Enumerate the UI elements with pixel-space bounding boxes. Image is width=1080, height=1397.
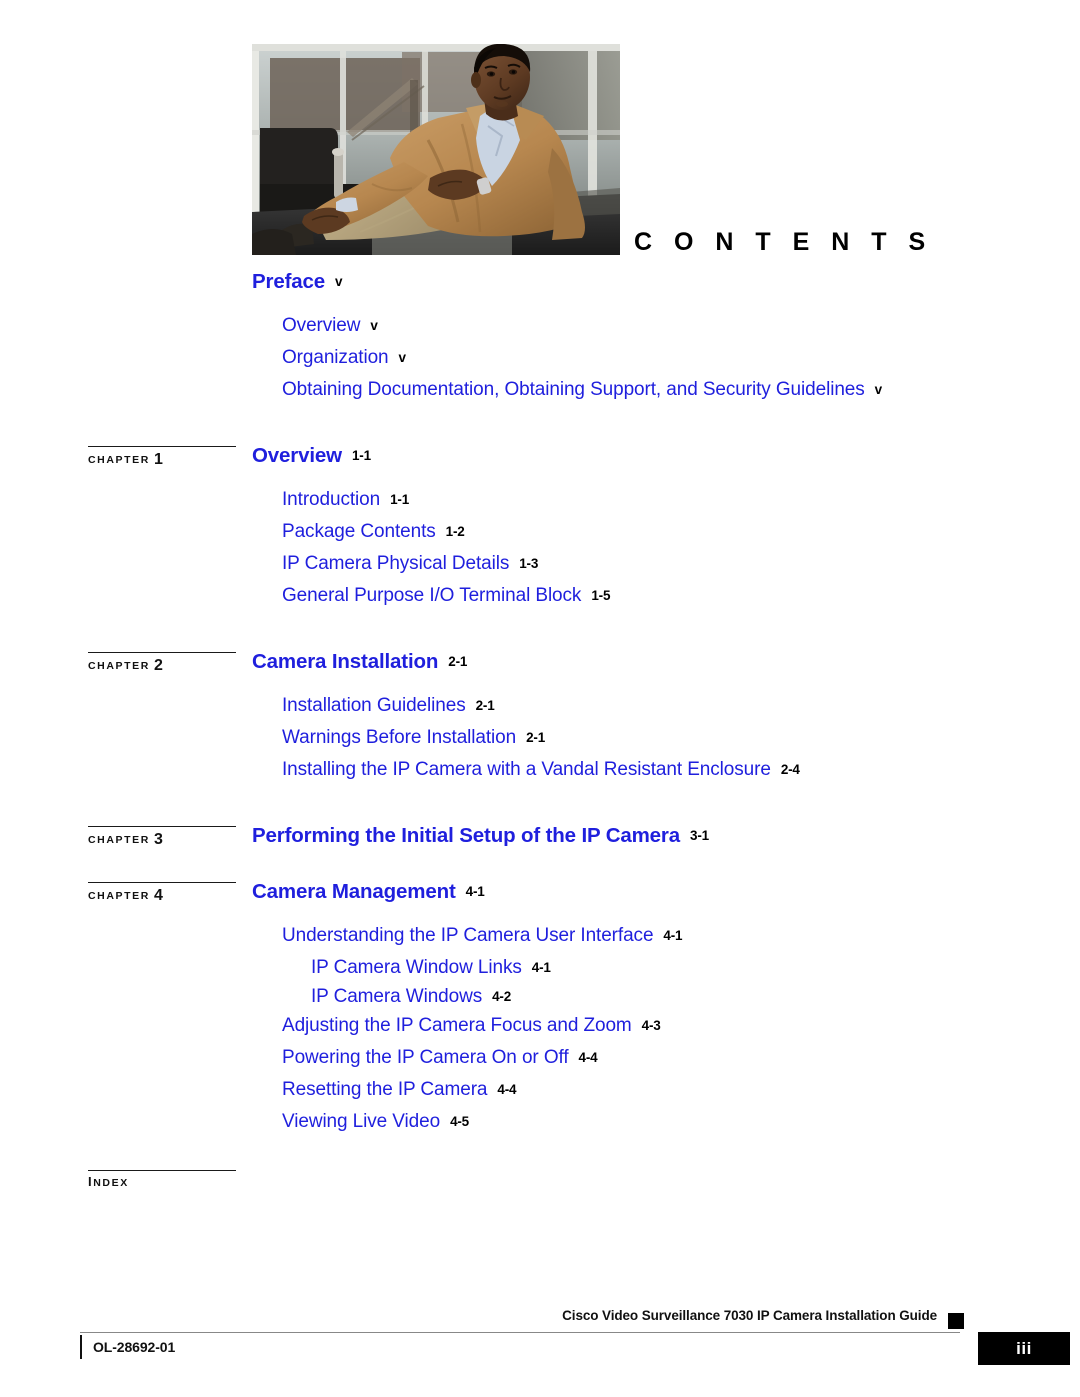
footer-square-marker [948, 1313, 964, 1329]
toc-entry-performing-initial-setup[interactable]: Performing the Initial Setup of the IP C… [0, 824, 1080, 856]
toc-entry-page: 1-5 [591, 588, 611, 603]
toc-entry-page: 3-1 [690, 828, 709, 843]
toc-entry-viewing-live-video[interactable]: Viewing Live Video 4-5 [0, 1112, 1080, 1144]
toc-entry-page: 2-1 [448, 654, 468, 669]
toc-entry-label: Installing the IP Camera with a Vandal R… [282, 759, 771, 780]
toc-entry-understanding-user-interface[interactable]: Understanding the IP Camera User Interfa… [0, 926, 1080, 958]
toc-entry-adjusting-focus-and-zoom[interactable]: Adjusting the IP Camera Focus and Zoom 4-… [0, 1016, 1080, 1048]
toc-group-index: INDEX [0, 1170, 1080, 1204]
toc-group-chapter-3: CHAPTER 3 Performing the Initial Setup of… [0, 824, 1080, 856]
toc-entry-page: 4-4 [578, 1050, 598, 1065]
toc-entry-label: Resetting the IP Camera [282, 1079, 488, 1100]
toc-entry-overview-preface[interactable]: Overview v [0, 316, 1080, 348]
toc-group-chapter-4: CHAPTER 4 Camera Management 4-1 Understand… [0, 880, 1080, 1144]
toc-group-preface: Preface v Overview v Organization v Obtaini… [0, 270, 1080, 412]
toc-entry-warnings-before-installation[interactable]: Warnings Before Installation 2-1 [0, 728, 1080, 760]
toc-entry-label: Package Contents [282, 521, 436, 542]
toc-entry-page: 2-1 [475, 698, 495, 713]
toc-entry-page: v [370, 318, 378, 333]
toc-entry-organization[interactable]: Organization v [0, 348, 1080, 380]
page-title: C O N T E N T S [634, 228, 933, 256]
toc-entry-camera-installation[interactable]: Camera Installation 2-1 [0, 650, 1080, 682]
toc-entry-package-contents[interactable]: Package Contents 1-2 [0, 522, 1080, 554]
toc-entry-label: IP Camera Windows [311, 986, 483, 1007]
toc-entry-page: 1-2 [445, 524, 465, 539]
toc-entry-label: Overview [252, 444, 342, 467]
toc-entry-page: 1-3 [519, 556, 539, 571]
toc-entry-page: v [335, 274, 343, 289]
toc-entry-label: Performing the Initial Setup of the IP C… [252, 824, 681, 847]
toc-entry-introduction[interactable]: Introduction 1-1 [0, 490, 1080, 522]
toc-entry-page: 4-5 [450, 1114, 469, 1129]
toc-entry-ip-camera-window-links[interactable]: IP Camera Window Links 4-1 [0, 958, 1080, 987]
page-footer: Cisco Video Surveillance 7030 IP Camera … [0, 1300, 1080, 1397]
toc-entry-label: Overview [282, 315, 361, 336]
footer-divider [80, 1332, 960, 1333]
footer-document-title: Cisco Video Surveillance 7030 IP Camera … [562, 1308, 937, 1323]
toc-entry-page: 4-4 [497, 1082, 517, 1097]
toc-entry-camera-management[interactable]: Camera Management 4-1 [0, 880, 1080, 912]
footer-document-number: OL-28692-01 [93, 1339, 176, 1355]
toc-entry-page: 1-1 [390, 492, 410, 507]
toc-entry-page: 4-3 [641, 1018, 661, 1033]
toc-entry-label: Powering the IP Camera On or Off [282, 1047, 569, 1068]
toc-entry-preface[interactable]: Preface v [0, 270, 1080, 302]
toc-entry-page: v [398, 350, 407, 365]
toc-group-chapter-1: CHAPTER 1 Overview 1-1 Introduction 1-1 Pac… [0, 444, 1080, 618]
toc-entry-label: Viewing Live Video [282, 1111, 441, 1132]
toc-entry-label: Preface [252, 270, 326, 293]
toc-entry-page: 2-4 [780, 762, 800, 777]
toc-entry-installation-guidelines[interactable]: Installation Guidelines 2-1 [0, 696, 1080, 728]
toc-entry-page: 4-1 [663, 928, 683, 943]
toc-entry-page: 4-2 [492, 989, 512, 1004]
toc-entry-powering-on-or-off[interactable]: Powering the IP Camera On or Off 4-4 [0, 1048, 1080, 1080]
toc-entry-page: 4-1 [465, 884, 485, 899]
toc-group-chapter-2: CHAPTER 2 Camera Installation 2-1 Installa… [0, 650, 1080, 792]
toc-entry-label: Adjusting the IP Camera Focus and Zoom [282, 1015, 632, 1036]
toc-entry-label: Understanding the IP Camera User Interfa… [282, 925, 654, 946]
toc-entry-page: 4-1 [531, 960, 551, 975]
toc-entry-label: Warnings Before Installation [282, 727, 517, 748]
toc-entry-page: 1-1 [351, 448, 371, 463]
cover-photo-illustration [252, 44, 620, 255]
toc-entry-resetting-the-ip-camera[interactable]: Resetting the IP Camera 4-4 [0, 1080, 1080, 1112]
toc-entry-general-purpose-io-terminal-block[interactable]: General Purpose I/O Terminal Block 1-5 [0, 586, 1080, 618]
toc-entry-ip-camera-physical-details[interactable]: IP Camera Physical Details 1-3 [0, 554, 1080, 586]
table-of-contents: Preface v Overview v Organization v Obtaini… [0, 270, 1080, 1204]
toc-entry-label: Camera Management [252, 880, 456, 903]
toc-entry-label: IP Camera Window Links [311, 957, 522, 978]
toc-entry-label: Installation Guidelines [282, 695, 466, 716]
toc-entry-label: Obtaining Documentation, Obtaining Suppo… [282, 379, 865, 400]
footer-page-number: iii [978, 1332, 1070, 1365]
toc-entry-label: Organization [282, 347, 389, 368]
toc-entry-page: v [874, 382, 883, 397]
toc-entry-label: Introduction [282, 489, 381, 510]
toc-entry-overview[interactable]: Overview 1-1 [0, 444, 1080, 476]
toc-entry-label: General Purpose I/O Terminal Block [282, 585, 582, 606]
toc-entry-label: IP Camera Physical Details [282, 553, 510, 574]
toc-entry-installing-vandal-resistant-enclosure[interactable]: Installing the IP Camera with a Vandal R… [0, 760, 1080, 792]
footer-tick-marker [80, 1335, 82, 1359]
toc-entry-obtaining-documentation[interactable]: Obtaining Documentation, Obtaining Suppo… [0, 380, 1080, 412]
index-label[interactable]: INDEX [88, 1170, 236, 1189]
toc-entry-label: Camera Installation [252, 650, 439, 673]
toc-entry-ip-camera-windows[interactable]: IP Camera Windows 4-2 [0, 987, 1080, 1016]
toc-entry-page: 2-1 [526, 730, 546, 745]
cover-photo [252, 44, 620, 255]
